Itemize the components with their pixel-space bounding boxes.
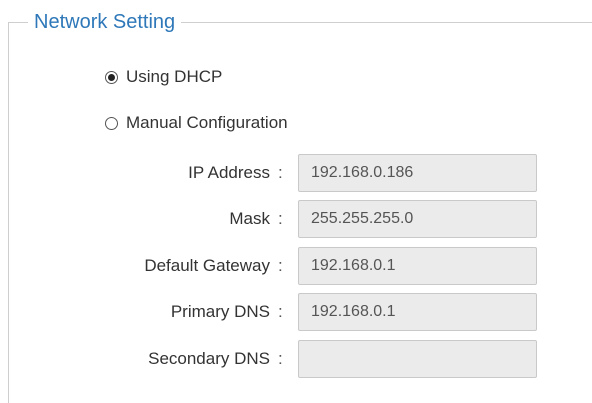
section-title: Network Setting: [28, 10, 182, 34]
secondary-dns-colon: :: [278, 349, 283, 368]
radio-label-using-dhcp: Using DHCP: [126, 67, 223, 86]
secondary-dns-field[interactable]: [298, 340, 537, 378]
mask-colon: :: [278, 209, 283, 228]
mask-row: Mask :: [0, 200, 592, 238]
radio-button-unchecked[interactable]: [105, 116, 118, 130]
mask-label: Mask: [229, 209, 270, 228]
radio-label-manual-configuration: Manual Configuration: [126, 113, 288, 132]
ip-address-colon: :: [278, 163, 283, 182]
radio-button-checked[interactable]: [105, 70, 118, 84]
radio-manual-configuration[interactable]: Manual Configuration: [88, 113, 288, 133]
default-gateway-field[interactable]: [298, 247, 537, 285]
radio-using-dhcp[interactable]: Using DHCP: [88, 67, 222, 87]
default-gateway-label: Default Gateway: [144, 256, 270, 275]
secondary-dns-row: Secondary DNS :: [0, 340, 592, 378]
ip-address-label: IP Address: [188, 163, 270, 182]
primary-dns-row: Primary DNS :: [0, 293, 592, 331]
primary-dns-field[interactable]: [298, 293, 537, 331]
default-gateway-colon: :: [278, 256, 283, 275]
mask-field[interactable]: [298, 200, 537, 238]
ip-address-field[interactable]: [298, 154, 537, 192]
radio-dot: [108, 73, 115, 81]
primary-dns-label: Primary DNS: [170, 302, 270, 321]
ip-address-row: IP Address :: [0, 154, 592, 192]
default-gateway-row: Default Gateway :: [0, 247, 592, 285]
secondary-dns-label: Secondary DNS: [148, 349, 270, 368]
primary-dns-colon: :: [278, 302, 283, 321]
